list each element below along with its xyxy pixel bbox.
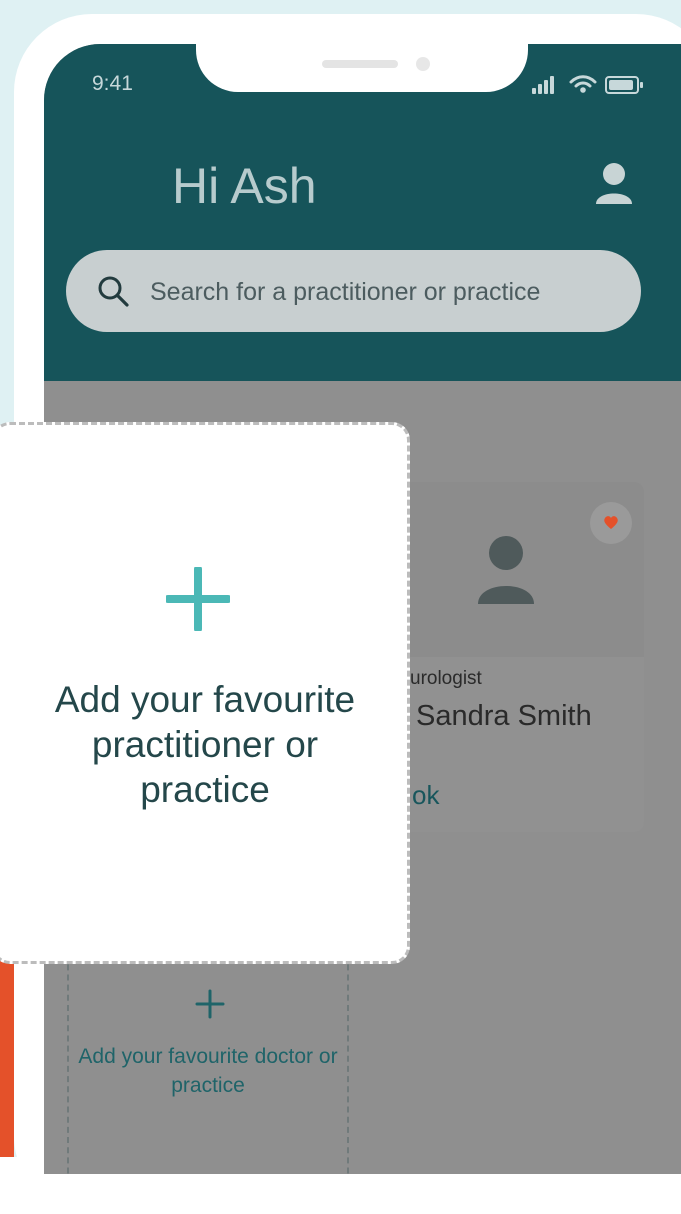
signal-icon [532,74,562,94]
phone-notch [196,44,528,92]
background-add-label: Add your favourite doctor or practice [78,1045,338,1097]
status-icons [532,74,652,96]
search-icon [98,276,129,307]
search-input[interactable] [148,272,612,312]
search-bar[interactable] [66,250,641,332]
battery-icon [605,76,643,94]
heart-icon [604,516,618,529]
speaker-grille [322,60,398,68]
profile-icon[interactable] [594,162,634,206]
doctor-name: Sandra Smith [416,700,592,732]
doctor-avatar-icon [478,536,534,604]
doctor-specialty: urologist [410,668,482,689]
add-favourite-panel[interactable]: Add your favourite practitioner or pract… [0,422,410,964]
status-time: 9:41 [92,72,133,95]
book-link[interactable]: ok [412,780,439,811]
front-camera [416,57,430,71]
favourite-heart-button[interactable] [590,502,632,544]
add-plus-icon [166,567,230,631]
greeting-title: Hi Ash [172,158,317,214]
orange-side-strip [0,950,14,1157]
plus-icon [195,989,225,1019]
wifi-icon [569,75,597,93]
background-add-favourite-card[interactable]: Add your favourite doctor or practice [67,944,349,1174]
add-favourite-title: Add your favourite practitioner or pract… [54,679,356,810]
header-bar: 9:41 Hi Ash [44,44,681,381]
